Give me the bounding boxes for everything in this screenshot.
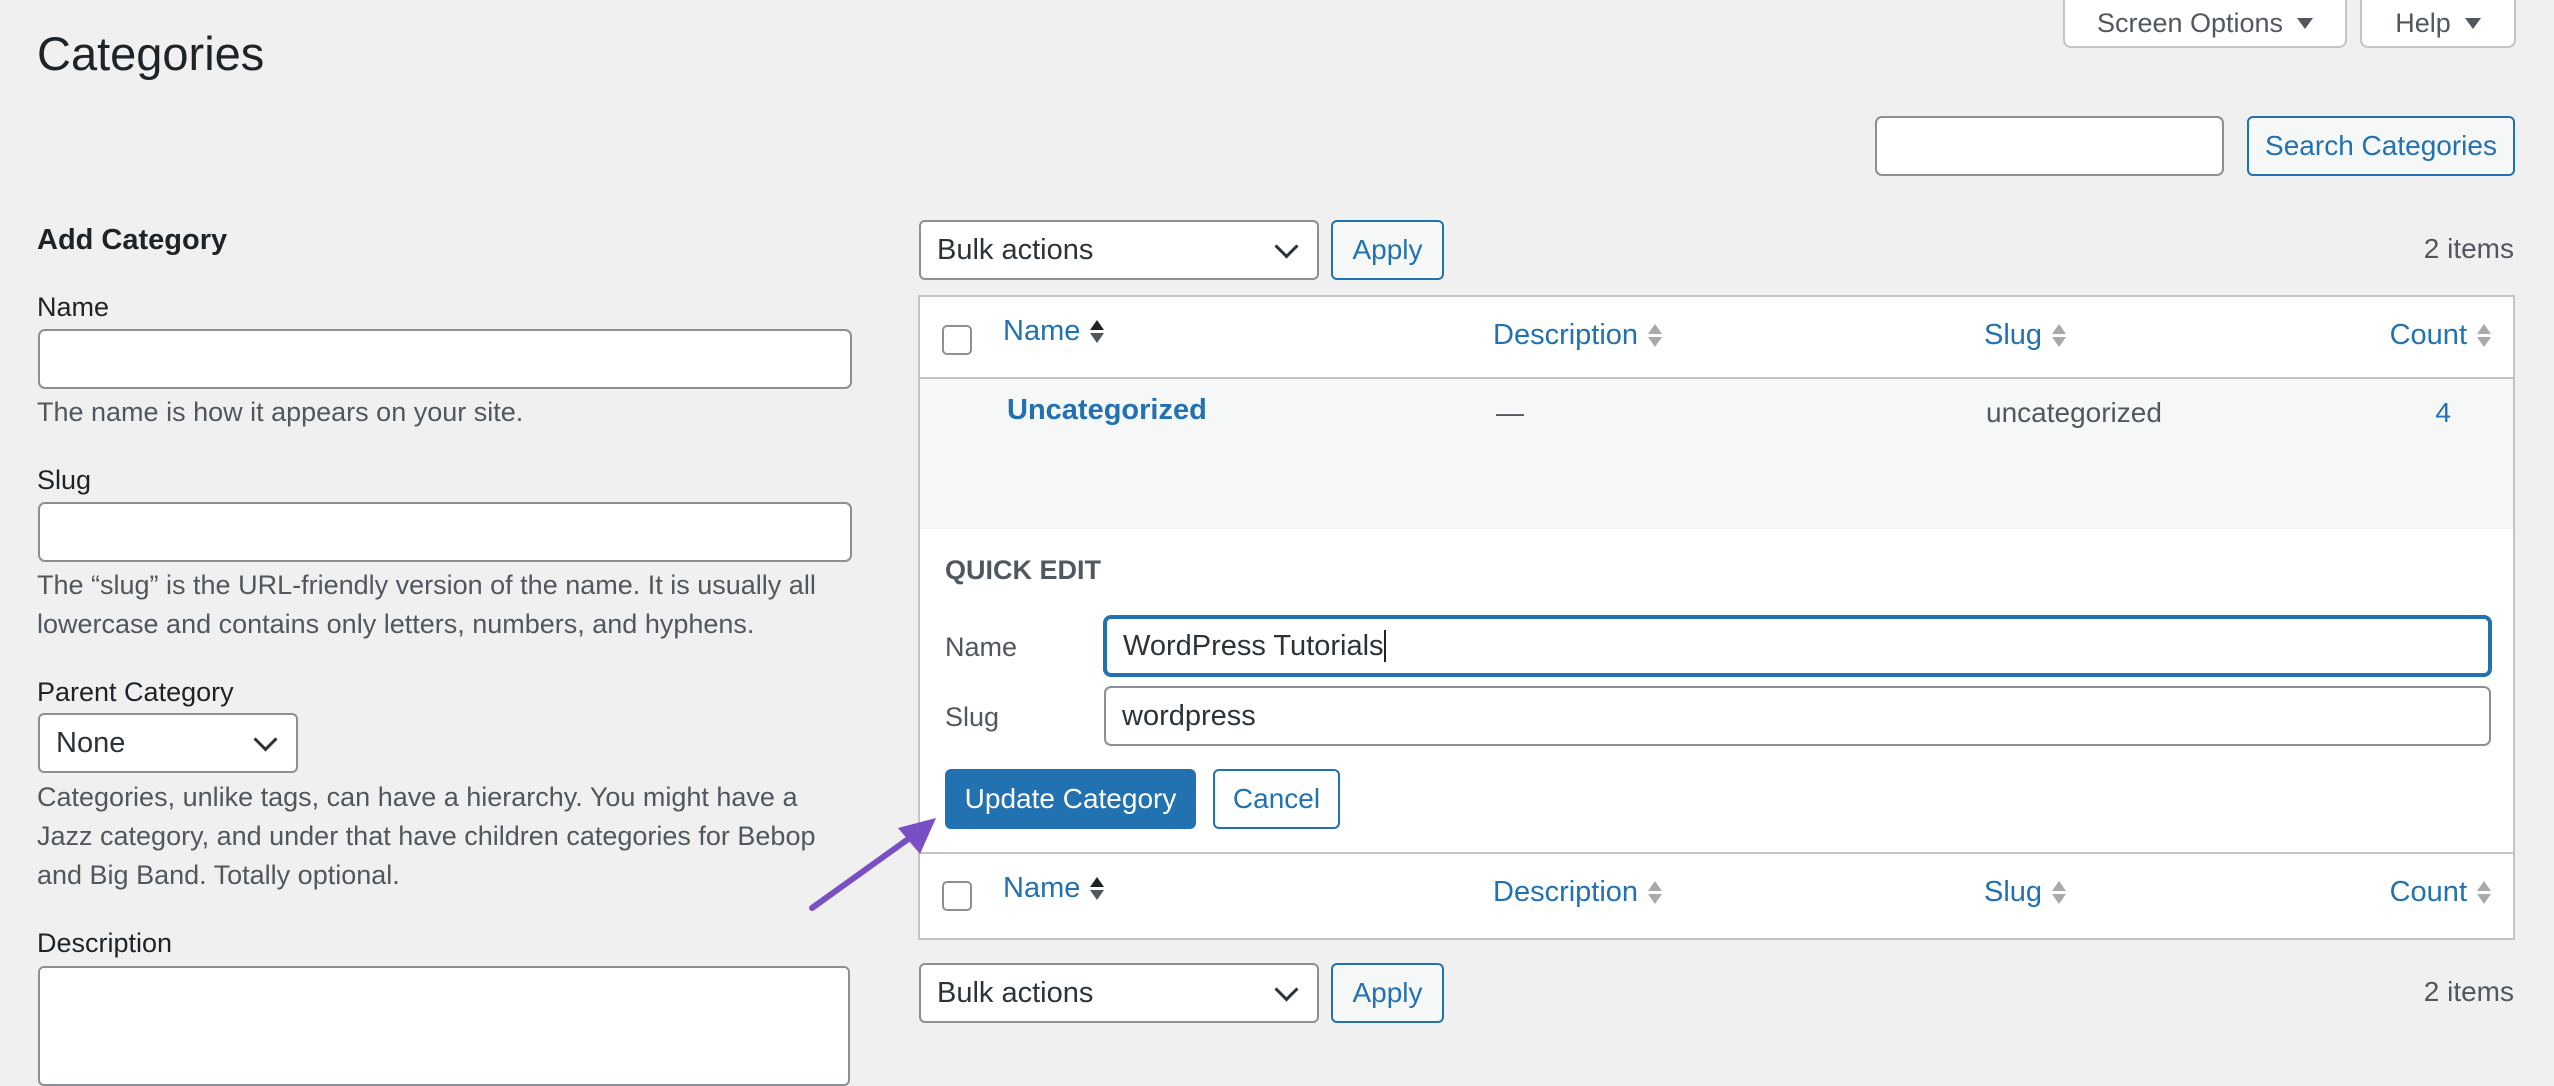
sort-icon [2477,881,2491,904]
slug-help-line: lowercase and contains only letters, num… [37,609,755,639]
column-name-footer[interactable]: Name [1003,872,1105,905]
screen-options-button[interactable]: Screen Options [2063,0,2347,48]
column-slug-label: Slug [1984,319,2043,351]
column-description-footer[interactable]: Description [1493,876,1663,909]
triangle-down-icon [2297,17,2314,29]
sort-icon [2052,324,2067,347]
category-slug: uncategorized [1986,397,2162,428]
column-name-header[interactable]: Name [1003,315,1105,348]
apply-button-top[interactable]: Apply [1331,220,1444,280]
slug-help-text: The “slug” is the URL-friendly version o… [37,566,867,644]
page-title: Categories [37,27,265,80]
chevron-down-icon [253,726,278,752]
table-row: Uncategorized — uncategorized 4 [920,379,2513,529]
table-header-row: Name Description Slug Count [920,297,2513,379]
category-count-link[interactable]: 4 [2435,397,2451,429]
bulk-actions-select-top[interactable]: Bulk actions [919,220,1319,280]
text-cursor [1383,630,1386,662]
quick-edit-slug-label: Slug [945,702,1000,732]
sort-icon [1648,881,1663,904]
quick-edit-heading: QUICK EDIT [945,555,1102,585]
items-count-top: 2 items [2423,233,2514,264]
annotation-arrow-icon [809,818,936,911]
quick-edit-name-input[interactable]: WordPress Tutorials [1104,616,2491,676]
parent-category-label: Parent Category [37,677,234,707]
chevron-down-icon [1274,976,1299,1002]
description-label: Description [37,928,173,958]
search-input[interactable] [1875,116,2224,176]
search-categories-button[interactable]: Search Categories [2247,116,2515,176]
bulk-actions-label: Bulk actions [937,976,1094,1009]
quick-edit-name-label: Name [945,632,1018,662]
category-description: — [1496,397,1524,428]
column-slug-label: Slug [1984,876,2043,908]
bulk-actions-label: Bulk actions [937,233,1094,266]
sort-icon [1090,877,1105,900]
add-category-heading: Add Category [37,224,228,256]
quick-edit-name-value: WordPress Tutorials [1123,629,1384,662]
parent-help-line: Categories, unlike tags, can have a hier… [37,782,798,812]
cancel-button[interactable]: Cancel [1213,769,1340,829]
sort-icon [1648,324,1663,347]
quick-edit-panel: QUICK EDIT Name WordPress Tutorials Slug… [920,529,2513,854]
parent-help-line: and Big Band. Totally optional. [37,860,400,890]
category-name-link[interactable]: Uncategorized [1007,394,1207,427]
sort-icon [2052,881,2067,904]
column-count-footer[interactable]: Count [2390,876,2491,909]
column-slug-footer[interactable]: Slug [1984,876,2067,909]
update-category-button[interactable]: Update Category [945,769,1196,829]
help-button[interactable]: Help [2360,0,2516,48]
help-label: Help [2395,7,2451,38]
column-slug-header[interactable]: Slug [1984,319,2067,352]
sort-icon [1090,320,1105,343]
parent-category-selected: None [56,726,126,759]
quick-edit-slug-input[interactable]: wordpress [1104,686,2491,746]
parent-help-line: Jazz category, and under that have child… [37,821,816,851]
column-count-header[interactable]: Count [2390,319,2491,352]
name-help-text: The name is how it appears on your site. [37,397,524,427]
name-label: Name [37,292,110,322]
slug-input[interactable] [38,502,852,562]
sort-icon [2477,324,2491,347]
column-name-label: Name [1003,315,1081,347]
screen-options-label: Screen Options [2096,7,2284,38]
parent-help-text: Categories, unlike tags, can have a hier… [37,778,867,895]
categories-table: Name Description Slug Count Uncategorize… [918,295,2515,940]
table-footer-row: Name Description Slug Count [920,854,2513,938]
slug-help-line: The “slug” is the URL-friendly version o… [37,570,816,600]
column-description-header[interactable]: Description [1493,319,1663,352]
column-description-label: Description [1493,876,1639,908]
description-textarea[interactable] [38,966,850,1086]
slug-label: Slug [37,465,92,495]
items-count-bottom: 2 items [2423,976,2514,1007]
triangle-down-icon [2464,17,2481,29]
column-count-label: Count [2389,319,2467,351]
bulk-actions-select-bottom[interactable]: Bulk actions [919,963,1319,1023]
select-all-checkbox[interactable] [942,325,972,355]
column-count-label: Count [2389,876,2467,908]
column-description-label: Description [1493,319,1639,351]
chevron-down-icon [1274,233,1299,259]
name-input[interactable] [38,329,852,389]
column-name-label: Name [1003,872,1081,904]
apply-button-bottom[interactable]: Apply [1331,963,1444,1023]
parent-category-select[interactable]: None [38,713,298,773]
